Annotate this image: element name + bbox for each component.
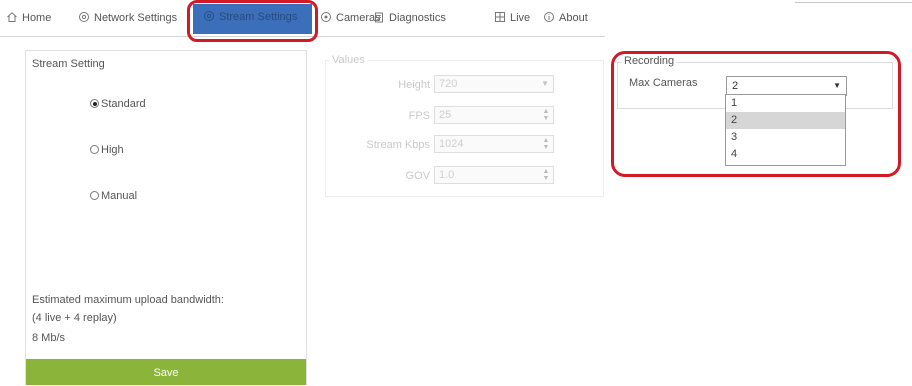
nav-home[interactable]: Home	[6, 10, 51, 26]
bandwidth-detail: (4 live + 4 replay)	[32, 312, 117, 324]
camera-icon	[320, 11, 332, 23]
nav-cameras[interactable]: Cameras	[320, 10, 381, 26]
recording-legend: Recording	[622, 55, 677, 67]
info-icon	[543, 11, 555, 23]
radio-high-indicator[interactable]	[90, 145, 99, 154]
option-4[interactable]: 4	[726, 146, 845, 163]
fps-stepper[interactable]: 25 ▲ ▼	[434, 106, 554, 124]
save-button[interactable]: Save	[26, 359, 306, 385]
stream-kbps-stepper[interactable]: 1024 ▲ ▼	[434, 135, 554, 153]
bandwidth-label: Estimated maximum upload bandwidth:	[32, 294, 224, 306]
height-select[interactable]: 720 ▼	[434, 75, 554, 93]
nav-about[interactable]: About	[543, 10, 588, 26]
network-gear-icon	[78, 11, 90, 23]
option-1[interactable]: 1	[726, 95, 845, 112]
spinner-arrows-icon[interactable]: ▲ ▼	[541, 168, 551, 182]
live-grid-icon	[494, 11, 506, 23]
max-cameras-label: Max Cameras	[629, 77, 698, 89]
stream-setting-legend: Stream Setting	[30, 58, 107, 70]
radio-standard-indicator[interactable]	[90, 99, 99, 108]
option-3[interactable]: 3	[726, 129, 845, 146]
nav-stream-settings[interactable]: Stream Settings	[193, 4, 312, 34]
radio-manual-indicator[interactable]	[90, 191, 99, 200]
values-panel: Values Height 720 ▼ FPS 25 ▲ ▼ Stream Kbp…	[325, 54, 604, 197]
nav-right-rule	[795, 2, 912, 3]
spinner-arrows-icon[interactable]: ▲ ▼	[541, 108, 551, 122]
nav-diagnostics[interactable]: Diagnostics	[373, 10, 446, 26]
radio-high[interactable]: High	[90, 143, 124, 157]
stream-kbps-label: Stream Kbps	[366, 139, 430, 151]
chevron-down-icon: ▼	[541, 79, 549, 88]
gov-label: GOV	[405, 170, 430, 182]
nav-divider	[0, 36, 605, 37]
stream-settings-icon	[203, 10, 215, 22]
values-legend: Values	[330, 54, 367, 66]
gov-stepper[interactable]: 1.0 ▲ ▼	[434, 166, 554, 184]
max-cameras-select[interactable]: 2 ▼	[726, 76, 847, 96]
nav-live[interactable]: Live	[494, 10, 530, 26]
chevron-down-icon: ▼	[833, 81, 841, 90]
radio-standard[interactable]: Standard	[90, 97, 146, 111]
radio-manual[interactable]: Manual	[90, 189, 137, 203]
stream-setting-panel: Stream Setting Standard High Manual Esti…	[25, 50, 307, 385]
bandwidth-value: 8 Mb/s	[32, 332, 66, 344]
top-nav: Home Network Settings Stream Settings Ca…	[0, 0, 912, 36]
home-icon	[6, 11, 18, 23]
height-label: Height	[398, 79, 430, 91]
option-2[interactable]: 2	[726, 112, 845, 129]
max-cameras-dropdown-list: 1 2 3 4	[725, 94, 846, 166]
spinner-arrows-icon[interactable]: ▲ ▼	[541, 137, 551, 151]
fps-label: FPS	[408, 110, 430, 122]
nav-network-settings[interactable]: Network Settings	[78, 10, 177, 26]
clipboard-icon	[373, 11, 385, 23]
